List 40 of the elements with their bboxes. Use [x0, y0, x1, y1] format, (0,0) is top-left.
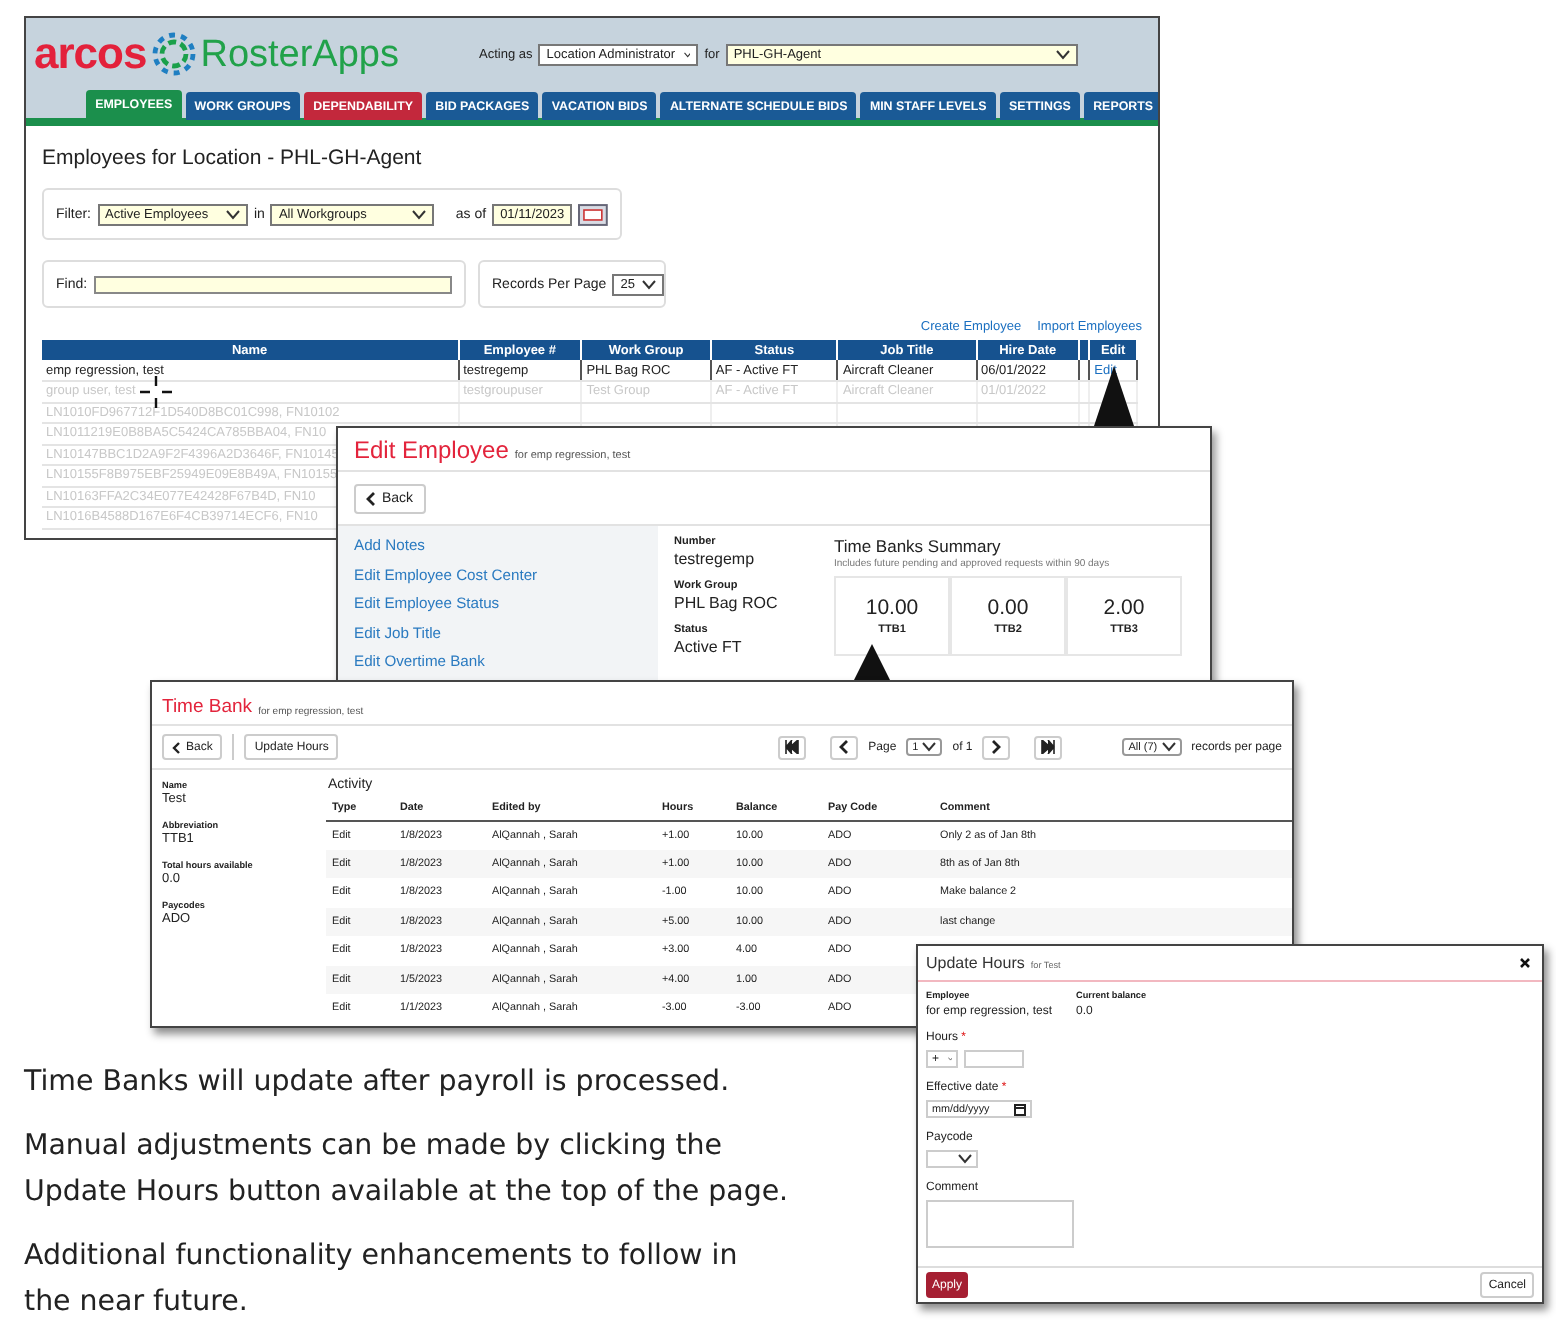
calendar-icon [1014, 1103, 1026, 1115]
next-page-icon[interactable] [982, 735, 1011, 759]
caret-icon [683, 49, 691, 59]
find-field[interactable] [93, 275, 452, 293]
comment-field[interactable] [926, 1200, 1074, 1248]
note-paragraph: Manual adjustments can be made by clicking the Update Hours button available at the top of the page. [24, 1128, 791, 1212]
pointer-arrow [1092, 366, 1136, 426]
caret-icon [922, 742, 937, 752]
dialog-title: Update Hours [926, 954, 1025, 972]
bank-value: 2.00 [1103, 596, 1145, 620]
field-value: Active FT [674, 638, 744, 656]
chevron-icon [172, 741, 180, 753]
paycode-select[interactable] [926, 1150, 978, 1168]
last-page-icon[interactable] [1034, 735, 1063, 759]
previous-page-icon[interactable] [830, 735, 859, 759]
page-title: Employees for Location - PHL-GH-Agent [42, 146, 424, 170]
calendar-icon[interactable] [578, 203, 609, 225]
note-paragraph: Time Banks will update after payroll is processed. [24, 1064, 732, 1102]
bank-value: 0.00 [987, 596, 1029, 620]
caret-icon [1055, 49, 1070, 59]
caret-icon [411, 209, 426, 219]
caret-icon [1161, 742, 1176, 752]
field-value: PHL Bag ROC [674, 594, 780, 612]
dialog-title: Edit Employee [354, 436, 509, 464]
bank-value: 10.00 [865, 596, 919, 620]
cursor-icon [140, 376, 172, 408]
gear-icon [152, 32, 197, 76]
close-icon[interactable] [1520, 958, 1530, 968]
caret-icon [958, 1154, 972, 1164]
first-page-icon[interactable] [778, 735, 807, 759]
note-paragraph: Additional functionality enhancements to follow in the near future. [24, 1238, 740, 1322]
field-value: testregemp [674, 550, 757, 568]
hours-field[interactable] [964, 1050, 1024, 1068]
app-name: RosterApps [200, 35, 399, 73]
dialog-title: Time Bank [162, 696, 253, 718]
chevron-icon [366, 492, 376, 506]
caret-icon [225, 209, 240, 219]
caret-icon [642, 279, 657, 289]
logo-text: arcos [34, 32, 147, 76]
section-title: Time Banks Summary [834, 536, 1003, 556]
